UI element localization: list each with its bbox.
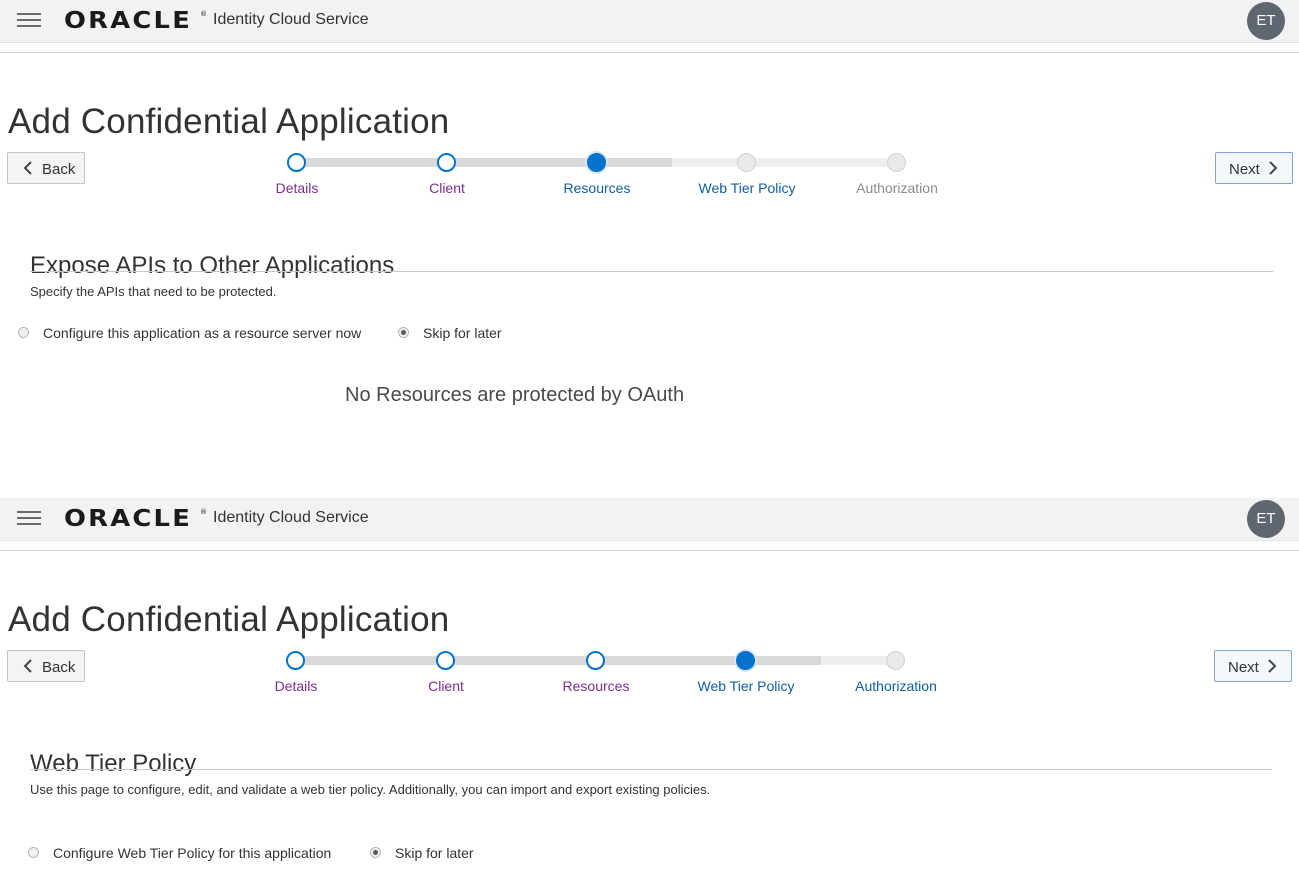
train-label-client[interactable]: Client	[376, 678, 516, 694]
train-track-remaining	[821, 656, 896, 665]
user-avatar[interactable]: ET	[1247, 500, 1285, 538]
section-description: Specify the APIs that need to be protect…	[30, 284, 277, 299]
header-divider	[0, 52, 1299, 53]
chevron-right-icon	[1269, 161, 1278, 175]
train-label-details[interactable]: Details	[227, 180, 367, 196]
product-name: Identity Cloud Service	[213, 509, 369, 526]
registered-mark: ®	[200, 508, 207, 516]
train-label-resources[interactable]: Resources	[527, 180, 667, 196]
next-button[interactable]: Next	[1215, 152, 1293, 184]
chevron-right-icon	[1268, 659, 1277, 673]
train-label-details[interactable]: Details	[226, 678, 366, 694]
wizard-panel-resources: ORACLE ® Identity Cloud Service ET Add C…	[0, 0, 1299, 498]
page-title: Add Confidential Application	[8, 600, 450, 640]
radio-unchecked-icon	[18, 327, 29, 338]
section-divider	[30, 271, 1273, 272]
train-stop-web-tier-policy[interactable]	[736, 651, 755, 670]
section-divider	[30, 769, 1272, 770]
train-label-web-tier-policy[interactable]: Web Tier Policy	[677, 180, 817, 196]
next-button-label: Next	[1228, 659, 1259, 676]
radio-checked-icon	[370, 847, 381, 858]
train-label-authorization[interactable]: Authorization	[827, 180, 967, 196]
radio-label: Configure Web Tier Policy for this appli…	[53, 845, 332, 861]
registered-mark: ®	[200, 10, 207, 18]
train-stepper: Details Client Resources Web Tier Policy…	[0, 648, 1299, 694]
train-track-remaining	[672, 158, 897, 167]
train-stop-web-tier-policy[interactable]	[737, 153, 756, 172]
train-stop-resources[interactable]	[587, 153, 606, 172]
train-stop-authorization[interactable]	[886, 651, 905, 670]
train-label-resources[interactable]: Resources	[526, 678, 666, 694]
train-stop-details[interactable]	[287, 153, 306, 172]
empty-state-message: No Resources are protected by OAuth	[345, 384, 685, 406]
app-header: ORACLE ® Identity Cloud Service ET	[0, 498, 1299, 541]
train-label-authorization[interactable]: Authorization	[826, 678, 966, 694]
user-avatar[interactable]: ET	[1247, 2, 1285, 40]
hamburger-menu-icon[interactable]	[17, 13, 41, 28]
radio-unchecked-icon	[28, 847, 39, 858]
section-description: Use this page to configure, edit, and va…	[30, 782, 711, 797]
train-stop-client[interactable]	[436, 651, 455, 670]
section-title: Web Tier Policy	[30, 749, 197, 777]
train-stop-client[interactable]	[437, 153, 456, 172]
app-header: ORACLE ® Identity Cloud Service ET	[0, 0, 1299, 43]
radio-label: Configure this application as a resource…	[43, 325, 362, 341]
next-button[interactable]: Next	[1214, 650, 1292, 682]
product-name: Identity Cloud Service	[213, 11, 369, 28]
train-label-client[interactable]: Client	[377, 180, 517, 196]
section-title: Expose APIs to Other Applications	[30, 251, 395, 279]
hamburger-menu-icon[interactable]	[17, 511, 41, 526]
train-track-completed	[296, 158, 672, 167]
train-label-web-tier-policy[interactable]: Web Tier Policy	[676, 678, 816, 694]
page-title: Add Confidential Application	[8, 102, 450, 142]
train-stop-authorization[interactable]	[887, 153, 906, 172]
train-stepper: Details Client Resources Web Tier Policy…	[0, 150, 1299, 196]
train-stop-details[interactable]	[286, 651, 305, 670]
header-divider	[0, 550, 1299, 551]
train-stop-resources[interactable]	[586, 651, 605, 670]
radio-checked-icon	[398, 327, 409, 338]
wizard-panel-web-tier-policy: ORACLE ® Identity Cloud Service ET Add C…	[0, 498, 1299, 891]
radio-label: Skip for later	[395, 845, 474, 861]
oracle-logo: ORACLE	[64, 506, 193, 532]
radio-label: Skip for later	[423, 325, 502, 341]
next-button-label: Next	[1229, 161, 1260, 178]
oracle-logo: ORACLE	[64, 8, 193, 34]
